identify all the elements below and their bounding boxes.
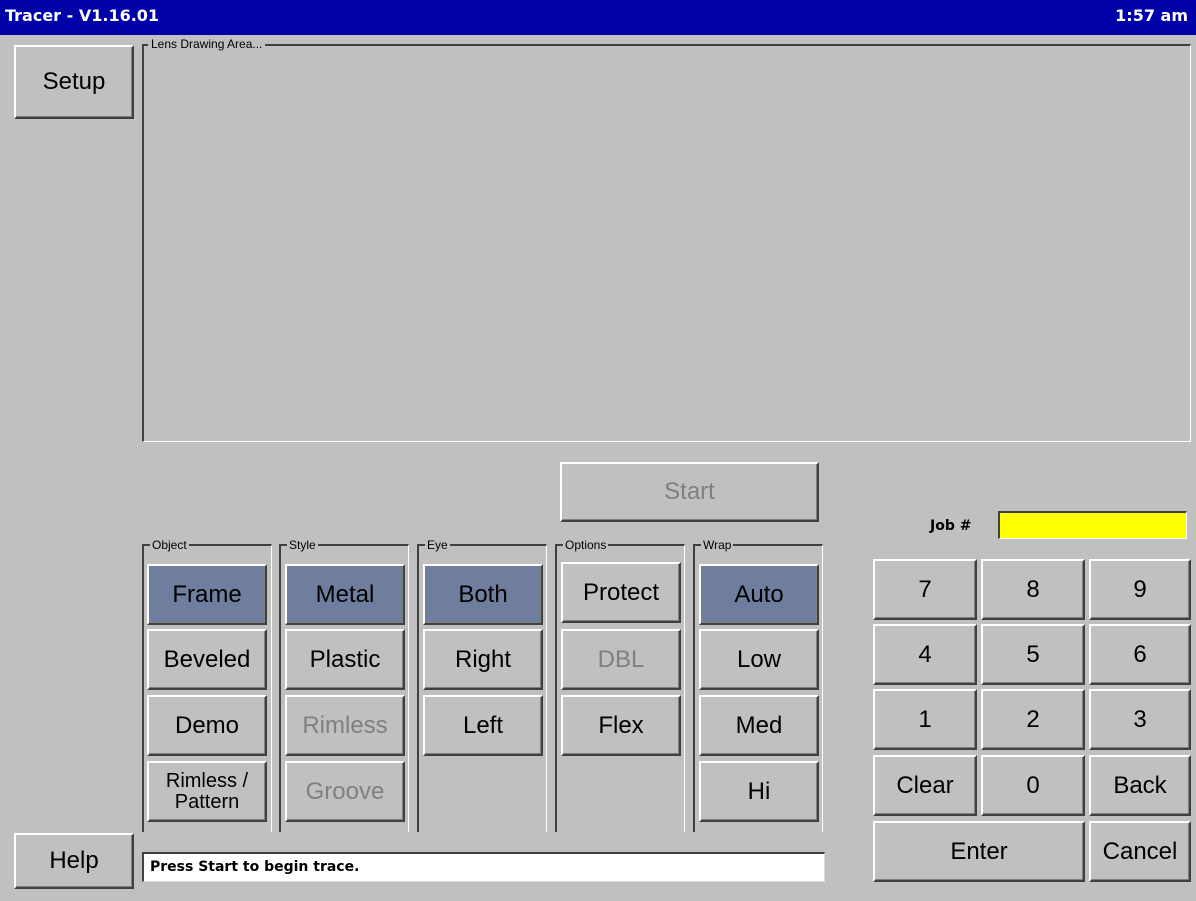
options-protect-button[interactable]: Protect xyxy=(561,562,681,623)
keypad-enter-button[interactable]: Enter xyxy=(873,821,1085,882)
options-group-label: Options xyxy=(563,538,609,552)
clock: 1:57 am xyxy=(1115,6,1188,25)
window-title: Tracer - V1.16.01 xyxy=(5,6,160,25)
eye-group-label: Eye xyxy=(425,538,450,552)
object-group-label: Object xyxy=(150,538,189,552)
keypad-0-button[interactable]: 0 xyxy=(981,755,1085,816)
keypad-1-button[interactable]: 1 xyxy=(873,689,977,750)
style-metal-button[interactable]: Metal xyxy=(285,564,405,625)
style-group-label: Style xyxy=(287,538,318,552)
setup-button[interactable]: Setup xyxy=(14,45,134,119)
object-demo-button[interactable]: Demo xyxy=(147,695,267,756)
object-rimless-pattern-button[interactable]: Rimless / Pattern xyxy=(147,761,267,822)
style-rimless-button[interactable]: Rimless xyxy=(285,695,405,756)
title-bar: Tracer - V1.16.01 1:57 am xyxy=(0,0,1196,35)
object-frame-button[interactable]: Frame xyxy=(147,564,267,625)
style-plastic-button[interactable]: Plastic xyxy=(285,629,405,690)
wrap-auto-button[interactable]: Auto xyxy=(699,564,819,625)
eye-left-button[interactable]: Left xyxy=(423,695,543,756)
eye-both-button[interactable]: Both xyxy=(423,564,543,625)
start-button[interactable]: Start xyxy=(560,462,819,522)
help-button[interactable]: Help xyxy=(14,833,134,889)
keypad-clear-button[interactable]: Clear xyxy=(873,755,977,816)
keypad-5-button[interactable]: 5 xyxy=(981,624,1085,685)
wrap-med-button[interactable]: Med xyxy=(699,695,819,756)
options-flex-button[interactable]: Flex xyxy=(561,695,681,756)
keypad-cancel-button[interactable]: Cancel xyxy=(1089,821,1191,882)
lens-drawing-area-label: Lens Drawing Area... xyxy=(148,37,266,51)
keypad-6-button[interactable]: 6 xyxy=(1089,624,1191,685)
eye-right-button[interactable]: Right xyxy=(423,629,543,690)
lens-drawing-area: Lens Drawing Area... xyxy=(142,37,1191,442)
object-beveled-button[interactable]: Beveled xyxy=(147,629,267,690)
wrap-hi-button[interactable]: Hi xyxy=(699,761,819,822)
keypad-9-button[interactable]: 9 xyxy=(1089,559,1191,620)
style-groove-button[interactable]: Groove xyxy=(285,761,405,822)
keypad-back-button[interactable]: Back xyxy=(1089,755,1191,816)
keypad-2-button[interactable]: 2 xyxy=(981,689,1085,750)
job-number-input[interactable] xyxy=(998,511,1187,539)
status-message: Press Start to begin trace. xyxy=(142,852,825,882)
options-dbl-button[interactable]: DBL xyxy=(561,629,681,690)
keypad-8-button[interactable]: 8 xyxy=(981,559,1085,620)
keypad-7-button[interactable]: 7 xyxy=(873,559,977,620)
wrap-low-button[interactable]: Low xyxy=(699,629,819,690)
keypad-4-button[interactable]: 4 xyxy=(873,624,977,685)
keypad-3-button[interactable]: 3 xyxy=(1089,689,1191,750)
job-number-label: Job # xyxy=(930,518,972,534)
wrap-group-label: Wrap xyxy=(701,538,734,552)
